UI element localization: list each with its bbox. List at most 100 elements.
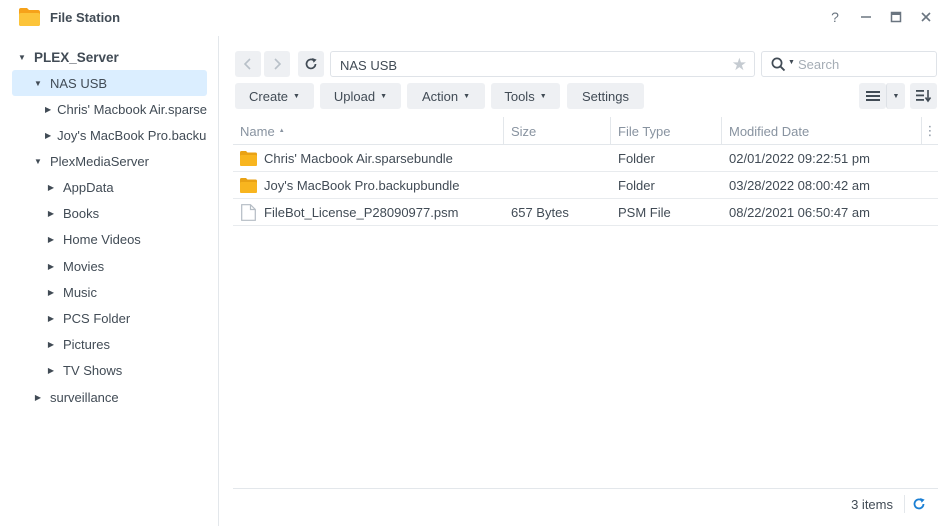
action-button[interactable]: Action ▼ xyxy=(407,83,485,109)
file-icon xyxy=(241,204,256,221)
column-header-modified-date[interactable]: Modified Date xyxy=(722,117,922,145)
tree-item-surveillance[interactable]: ▶ surveillance xyxy=(32,384,207,410)
tree-item-label: AppData xyxy=(63,179,114,195)
upload-label: Upload xyxy=(333,88,376,104)
tree-item-label: surveillance xyxy=(50,389,119,405)
search-input[interactable] xyxy=(798,55,933,73)
file-name: Chris' Macbook Air.sparsebundle xyxy=(264,151,453,166)
tools-label: Tools xyxy=(504,88,535,104)
maximize-icon[interactable] xyxy=(887,8,905,26)
minimize-icon[interactable] xyxy=(857,8,875,26)
list-view-icon xyxy=(865,91,880,101)
list-view-button[interactable] xyxy=(859,83,886,109)
file-type: PSM File xyxy=(618,205,671,220)
folder-icon xyxy=(240,151,257,166)
settings-button[interactable]: Settings xyxy=(567,83,644,109)
tree-item-label: Music xyxy=(63,284,97,300)
caret-right-icon[interactable]: ▶ xyxy=(45,183,57,192)
tree-item-tv-shows[interactable]: ▶ TV Shows xyxy=(45,357,207,383)
column-label: Modified Date xyxy=(729,123,810,139)
caret-right-icon[interactable]: ▶ xyxy=(45,288,57,297)
caret-right-icon[interactable]: ▶ xyxy=(45,340,57,349)
caret-right-icon[interactable]: ▶ xyxy=(32,393,44,402)
column-header-file-type[interactable]: File Type xyxy=(611,117,722,145)
tree-item-nas-usb[interactable]: ▼ NAS USB xyxy=(12,70,207,96)
search-icon[interactable] xyxy=(771,57,786,72)
caret-down-icon[interactable]: ▼ xyxy=(788,59,795,66)
tree-item-books[interactable]: ▶ Books xyxy=(45,200,207,226)
tree-item-plex-server[interactable]: ▼ PLEX_Server xyxy=(16,44,206,70)
column-options-icon[interactable]: ⋮ xyxy=(922,117,938,145)
path-bar[interactable]: NAS USB ★ xyxy=(330,51,755,77)
file-type: Folder xyxy=(618,151,655,166)
forward-button[interactable] xyxy=(264,51,290,77)
refresh-button[interactable] xyxy=(298,51,324,77)
tree-item-label: NAS USB xyxy=(50,75,108,91)
file-row[interactable]: Joy's MacBook Pro.backupbundle Folder 03… xyxy=(233,172,938,199)
chevron-right-icon xyxy=(274,58,282,70)
refresh-icon xyxy=(913,498,925,510)
caret-down-icon: ▼ xyxy=(539,92,547,100)
upload-button[interactable]: Upload ▼ xyxy=(320,83,401,109)
file-type: Folder xyxy=(618,178,655,193)
star-icon[interactable]: ★ xyxy=(732,55,747,75)
tree-item-label: Joy's MacBook Pro.backupbundle xyxy=(57,127,207,143)
refresh-list-button[interactable] xyxy=(911,496,927,512)
tree-item-label: PCS Folder xyxy=(63,310,131,326)
file-row[interactable]: Chris' Macbook Air.sparsebundle Folder 0… xyxy=(233,145,938,172)
tree-item-pcs-folder[interactable]: ▶ PCS Folder xyxy=(45,305,207,331)
tree-item-label: TV Shows xyxy=(63,362,123,378)
column-label: Name xyxy=(240,123,275,139)
back-button[interactable] xyxy=(235,51,261,77)
caret-right-icon[interactable]: ▶ xyxy=(45,235,57,244)
caret-down-icon: ▼ xyxy=(293,92,300,100)
file-row[interactable]: FileBot_License_P28090977.psm 657 Bytes … xyxy=(233,199,938,226)
file-size: 657 Bytes xyxy=(511,205,569,220)
file-list-header: Name ▲ Size File Type Modified Date ⋮ xyxy=(233,117,938,145)
tree-item-plexmediaserver[interactable]: ▼ PlexMediaServer xyxy=(32,148,207,174)
search-box[interactable]: ▼ xyxy=(761,51,937,77)
file-name: Joy's MacBook Pro.backupbundle xyxy=(264,178,460,193)
tree-item-movies[interactable]: ▶ Movies xyxy=(45,253,207,279)
caret-right-icon[interactable]: ▶ xyxy=(45,314,57,323)
caret-down-icon[interactable]: ▼ xyxy=(32,79,44,88)
file-modified-date: 02/01/2022 09:22:51 pm xyxy=(729,151,870,166)
caret-right-icon[interactable]: ▶ xyxy=(45,366,57,375)
create-label: Create xyxy=(249,88,289,104)
caret-down-icon[interactable]: ▼ xyxy=(32,157,44,166)
caret-right-icon[interactable]: ▶ xyxy=(45,105,51,114)
view-mode-dropdown[interactable]: ▼ xyxy=(886,83,905,109)
tree-item-label: Home Videos xyxy=(63,231,141,247)
close-icon[interactable] xyxy=(917,8,935,26)
folder-tree-sidebar: ▼ PLEX_Server ▼ NAS USB ▶ Chris' Macbook… xyxy=(0,36,219,526)
footer-divider xyxy=(904,495,905,513)
tree-item-home-videos[interactable]: ▶ Home Videos xyxy=(45,226,207,252)
action-label: Action xyxy=(421,88,459,104)
tree-item-label: Pictures xyxy=(63,336,110,352)
caret-down-icon[interactable]: ▼ xyxy=(16,53,28,62)
tools-button[interactable]: Tools ▼ xyxy=(491,83,560,109)
tree-item-music[interactable]: ▶ Music xyxy=(45,279,207,305)
tree-item-label: Chris' Macbook Air.sparsebundle xyxy=(57,101,207,117)
sort-button[interactable] xyxy=(910,83,937,109)
caret-right-icon[interactable]: ▶ xyxy=(45,209,57,218)
help-icon[interactable]: ? xyxy=(826,8,844,26)
caret-down-icon: ▼ xyxy=(892,92,900,100)
chevron-left-icon xyxy=(243,58,251,70)
tree-item-joy-macbook[interactable]: ▶ Joy's MacBook Pro.backupbundle xyxy=(45,122,207,148)
tree-item-appdata[interactable]: ▶ AppData xyxy=(45,174,207,200)
column-label: Size xyxy=(511,123,537,139)
folder-icon xyxy=(240,178,257,193)
column-header-size[interactable]: Size xyxy=(504,117,611,145)
tree-item-label: Books xyxy=(63,205,100,221)
refresh-icon xyxy=(305,58,317,70)
tree-item-pictures[interactable]: ▶ Pictures xyxy=(45,331,207,357)
caret-right-icon[interactable]: ▶ xyxy=(45,262,57,271)
file-modified-date: 08/22/2021 06:50:47 am xyxy=(729,205,870,220)
column-header-name[interactable]: Name ▲ xyxy=(233,117,504,145)
settings-label: Settings xyxy=(582,88,629,104)
tree-item-chris-macbook[interactable]: ▶ Chris' Macbook Air.sparsebundle xyxy=(45,96,207,122)
caret-right-icon[interactable]: ▶ xyxy=(45,131,51,140)
caret-down-icon: ▼ xyxy=(380,92,388,100)
create-button[interactable]: Create ▼ xyxy=(235,83,314,109)
